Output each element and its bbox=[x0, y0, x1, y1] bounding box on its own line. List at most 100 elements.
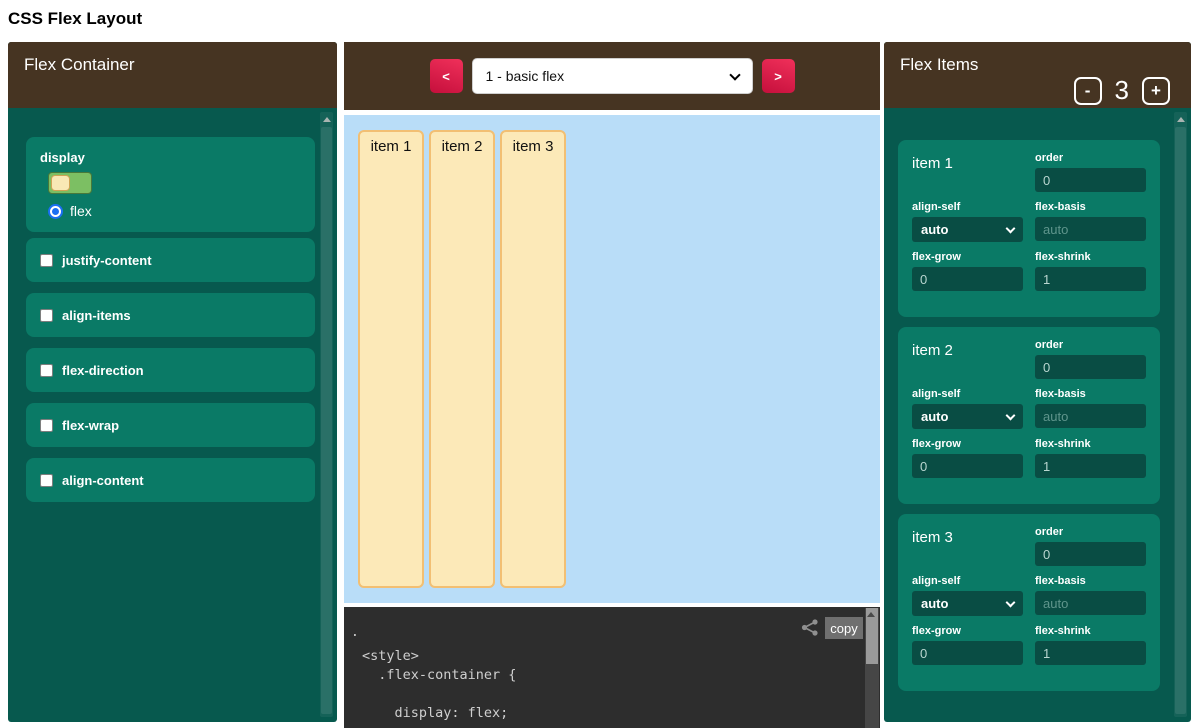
display-label: display bbox=[40, 150, 301, 165]
left-panel-scrollbar[interactable] bbox=[320, 112, 333, 717]
flex-items-panel-body: item 1 order align-self auto flex-basis bbox=[884, 108, 1191, 722]
page-title: CSS Flex Layout bbox=[8, 9, 142, 29]
right-scrollbar-thumb[interactable] bbox=[1175, 127, 1186, 714]
flex-basis-label: flex-basis bbox=[1035, 575, 1146, 587]
flex-items-panel-header: Flex Items - 3 + bbox=[884, 42, 1191, 108]
scroll-up-arrow-icon[interactable] bbox=[1177, 117, 1185, 122]
left-scrollbar-thumb[interactable] bbox=[321, 127, 332, 714]
code-leading-dot: . bbox=[351, 625, 359, 640]
item-3-card: item 3 order align-self auto flex-basis bbox=[898, 514, 1160, 691]
remove-item-button[interactable]: - bbox=[1074, 77, 1102, 105]
align-self-value: auto bbox=[921, 596, 948, 611]
flex-direction-label: flex-direction bbox=[62, 363, 144, 378]
item-3-flex-grow-input[interactable] bbox=[912, 641, 1023, 665]
share-icon[interactable] bbox=[801, 619, 819, 641]
property-card-justify-content[interactable]: justify-content bbox=[26, 238, 315, 282]
item-2-flex-grow-input[interactable] bbox=[912, 454, 1023, 478]
align-self-label: align-self bbox=[912, 575, 1023, 587]
order-label: order bbox=[1035, 526, 1146, 538]
preset-bar: < 1 - basic flex > bbox=[344, 42, 880, 110]
scroll-up-arrow-icon[interactable] bbox=[323, 117, 331, 122]
item-1-flex-shrink-input[interactable] bbox=[1035, 267, 1146, 291]
display-toggle[interactable] bbox=[48, 172, 92, 194]
code-block: <style> .flex-container { display: flex; bbox=[362, 647, 516, 723]
order-label: order bbox=[1035, 339, 1146, 351]
item-2-order-input[interactable] bbox=[1035, 355, 1146, 379]
item-3-flex-shrink-input[interactable] bbox=[1035, 641, 1146, 665]
add-item-button[interactable]: + bbox=[1142, 77, 1170, 105]
justify-content-label: justify-content bbox=[62, 253, 152, 268]
flex-container-panel-title: Flex Container bbox=[24, 55, 135, 74]
item-1-flex-grow-input[interactable] bbox=[912, 267, 1023, 291]
flex-container-panel-body: display flex justify-content align-items bbox=[8, 108, 337, 722]
item-1-align-self-select[interactable]: auto bbox=[912, 217, 1023, 242]
align-self-value: auto bbox=[921, 222, 948, 237]
property-card-align-content[interactable]: align-content bbox=[26, 458, 315, 502]
align-items-checkbox[interactable] bbox=[40, 309, 53, 322]
item-3-title: item 3 bbox=[912, 526, 1023, 566]
chevron-down-icon bbox=[729, 69, 740, 80]
item-3-flex-basis-input[interactable] bbox=[1035, 591, 1146, 615]
align-self-label: align-self bbox=[912, 388, 1023, 400]
flex-wrap-checkbox[interactable] bbox=[40, 419, 53, 432]
property-card-flex-direction[interactable]: flex-direction bbox=[26, 348, 315, 392]
flex-direction-checkbox[interactable] bbox=[40, 364, 53, 377]
align-self-label: align-self bbox=[912, 201, 1023, 213]
right-panel-scrollbar[interactable] bbox=[1174, 112, 1187, 717]
align-content-label: align-content bbox=[62, 473, 144, 488]
flex-basis-label: flex-basis bbox=[1035, 388, 1146, 400]
item-2-title: item 2 bbox=[912, 339, 1023, 379]
align-content-checkbox[interactable] bbox=[40, 474, 53, 487]
display-card: display flex bbox=[26, 137, 315, 232]
demo-flex-item-1: item 1 bbox=[358, 130, 424, 588]
flex-shrink-label: flex-shrink bbox=[1035, 251, 1146, 263]
flex-items-panel: Flex Items - 3 + item 1 order align-self bbox=[884, 42, 1191, 722]
align-items-label: align-items bbox=[62, 308, 131, 323]
copy-button[interactable]: copy bbox=[825, 617, 863, 639]
flex-shrink-label: flex-shrink bbox=[1035, 625, 1146, 637]
display-toggle-knob bbox=[51, 175, 70, 191]
item-1-title: item 1 bbox=[912, 152, 1023, 192]
code-line: display: flex; bbox=[362, 704, 516, 723]
flex-radio-button[interactable] bbox=[48, 204, 63, 219]
flex-grow-label: flex-grow bbox=[912, 625, 1023, 637]
item-2-flex-basis-input[interactable] bbox=[1035, 404, 1146, 428]
app-root: CSS Flex Layout Flex Container display f… bbox=[0, 0, 1199, 728]
flex-basis-label: flex-basis bbox=[1035, 201, 1146, 213]
item-3-align-self-select[interactable]: auto bbox=[912, 591, 1023, 616]
justify-content-checkbox[interactable] bbox=[40, 254, 53, 267]
code-line: <style> bbox=[362, 647, 516, 666]
next-preset-button[interactable]: > bbox=[762, 59, 795, 93]
order-label: order bbox=[1035, 152, 1146, 164]
scroll-up-arrow-icon[interactable] bbox=[867, 612, 875, 617]
code-scrollbar[interactable] bbox=[865, 608, 879, 728]
flex-radio-row[interactable]: flex bbox=[48, 203, 301, 219]
flex-grow-label: flex-grow bbox=[912, 438, 1023, 450]
property-card-flex-wrap[interactable]: flex-wrap bbox=[26, 403, 315, 447]
item-count-value: 3 bbox=[1115, 75, 1129, 106]
demo-flex-item-3: item 3 bbox=[500, 130, 566, 588]
chevron-down-icon bbox=[1006, 411, 1016, 421]
code-line: .flex-container { bbox=[362, 666, 516, 685]
property-card-align-items[interactable]: align-items bbox=[26, 293, 315, 337]
flex-container-panel-header: Flex Container bbox=[8, 42, 337, 108]
flex-wrap-label: flex-wrap bbox=[62, 418, 119, 433]
align-self-value: auto bbox=[921, 409, 948, 424]
chevron-down-icon bbox=[1006, 598, 1016, 608]
flex-items-panel-title: Flex Items bbox=[900, 55, 978, 74]
item-1-order-input[interactable] bbox=[1035, 168, 1146, 192]
flex-grow-label: flex-grow bbox=[912, 251, 1023, 263]
flex-radio-label: flex bbox=[70, 203, 92, 219]
item-2-card: item 2 order align-self auto flex-basis bbox=[898, 327, 1160, 504]
demo-flex-item-2: item 2 bbox=[429, 130, 495, 588]
item-3-order-input[interactable] bbox=[1035, 542, 1146, 566]
code-line bbox=[362, 685, 516, 704]
chevron-down-icon bbox=[1006, 224, 1016, 234]
flex-shrink-label: flex-shrink bbox=[1035, 438, 1146, 450]
flex-container-panel: Flex Container display flex justify-cont… bbox=[8, 42, 337, 722]
item-2-align-self-select[interactable]: auto bbox=[912, 404, 1023, 429]
prev-preset-button[interactable]: < bbox=[430, 59, 463, 93]
preset-select[interactable]: 1 - basic flex bbox=[472, 58, 753, 94]
item-2-flex-shrink-input[interactable] bbox=[1035, 454, 1146, 478]
item-1-flex-basis-input[interactable] bbox=[1035, 217, 1146, 241]
